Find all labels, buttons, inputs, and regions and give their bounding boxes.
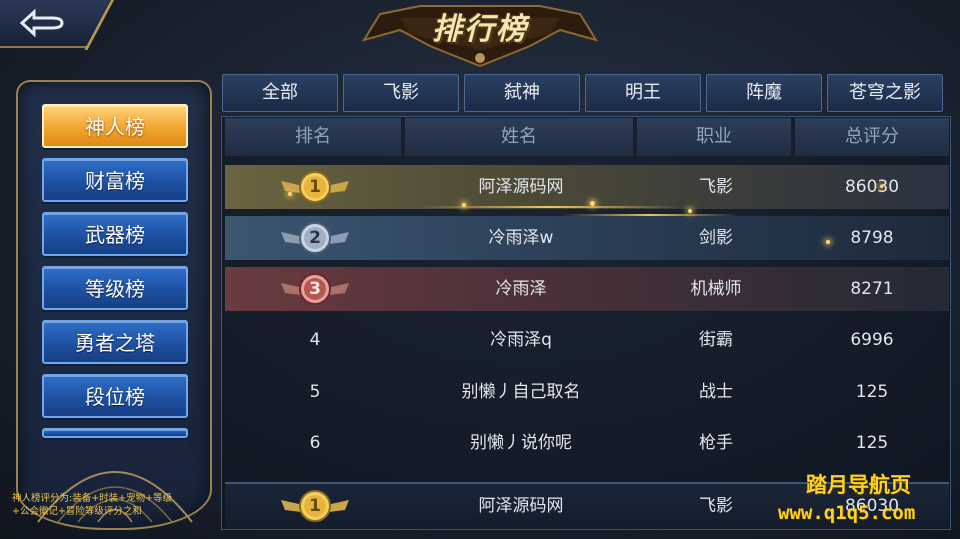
- rank-number: 1: [309, 177, 321, 197]
- table-row[interactable]: 5 别懒丿自己取名 战士 125: [225, 370, 949, 414]
- sparkle-dot: [880, 185, 883, 188]
- player-job: 战士: [699, 382, 733, 402]
- watermark-url: www.q1q5.com: [778, 502, 916, 524]
- tab-2[interactable]: 弑神: [464, 74, 580, 112]
- tab-5[interactable]: 苍穹之影: [827, 74, 943, 112]
- rank-number: 5: [309, 382, 321, 402]
- header-name: 姓名: [405, 118, 635, 156]
- note-line-2: +公会徽记+冒险等级评分之和: [12, 506, 142, 517]
- header-rank: 排名: [225, 118, 403, 156]
- player-name: 冷雨泽: [495, 279, 547, 299]
- rank-number: 6: [309, 433, 321, 453]
- table-row[interactable]: 2 冷雨泽w 剑影 8798: [225, 216, 949, 260]
- player-job: 剑影: [699, 228, 733, 248]
- rank-number: 2: [309, 228, 321, 248]
- tab-4[interactable]: 阵魔: [706, 74, 822, 112]
- table-row[interactable]: 4 冷雨泽q 街霸 6996: [225, 318, 949, 362]
- my-player-job: 飞影: [699, 496, 733, 516]
- rank-number: 4: [309, 330, 321, 350]
- sparkle-dot: [288, 192, 292, 196]
- sparkle-dot: [590, 201, 595, 206]
- sidebar-panel: 神人榜 财富榜 武器榜 等级榜 勇者之塔 段位榜: [16, 80, 212, 530]
- player-score: 125: [855, 382, 889, 402]
- sidebar-item-3[interactable]: 等级榜: [42, 266, 188, 310]
- my-rank-number: 1: [309, 496, 321, 516]
- player-job: 街霸: [699, 330, 733, 350]
- sidebar-item-4[interactable]: 勇者之塔: [42, 320, 188, 364]
- sidebar-item-5[interactable]: 段位榜: [42, 374, 188, 418]
- tab-0[interactable]: 全部: [222, 74, 338, 112]
- header-score: 总评分: [795, 118, 949, 156]
- header-job: 职业: [637, 118, 793, 156]
- player-name: 冷雨泽w: [488, 228, 554, 248]
- sparkle-streak: [560, 214, 740, 216]
- sparkle-dot: [688, 209, 692, 213]
- player-job: 飞影: [699, 177, 733, 197]
- sparkle-streak: [420, 206, 680, 208]
- table-row[interactable]: 3 冷雨泽 机械师 8271: [225, 267, 949, 311]
- sparkle-dot: [462, 203, 466, 207]
- rank-number: 3: [309, 279, 321, 299]
- page-title: 排行榜: [432, 12, 528, 47]
- sidebar-item-2[interactable]: 武器榜: [42, 212, 188, 256]
- table-row[interactable]: 1 阿泽源码网 飞影 86030: [225, 165, 949, 209]
- sparkle-dot: [826, 240, 830, 244]
- player-name: 别懒丿自己取名: [461, 382, 581, 402]
- player-name: 别懒丿说你呢: [470, 433, 572, 453]
- tab-1[interactable]: 飞影: [343, 74, 459, 112]
- tab-3[interactable]: 明王: [585, 74, 701, 112]
- sidebar-item-1[interactable]: 财富榜: [42, 158, 188, 202]
- player-name: 冷雨泽q: [490, 330, 552, 350]
- my-player-name: 阿泽源码网: [478, 496, 564, 516]
- player-score: 8271: [850, 279, 894, 299]
- player-score: 6996: [850, 330, 894, 350]
- note-line-1: 神人榜评分为:装备+时装+宠物+等级: [12, 493, 173, 504]
- sidebar-item-0[interactable]: 神人榜: [42, 104, 188, 148]
- player-score: 8798: [850, 228, 894, 248]
- table-row[interactable]: 6 别懒丿说你呢 枪手 125: [225, 421, 949, 465]
- player-score: 86030: [844, 177, 900, 197]
- back-arrow-icon: [19, 8, 64, 38]
- title-plate: 排行榜: [360, 0, 600, 68]
- player-job: 枪手: [699, 433, 733, 453]
- player-name: 阿泽源码网: [478, 177, 564, 197]
- player-job: 机械师: [690, 279, 742, 299]
- player-score: 125: [855, 433, 889, 453]
- ranking-rule-note: 神人榜评分为:装备+时装+宠物+等级 +公会徽记+冒险等级评分之和: [12, 492, 212, 518]
- watermark-title: 踏月导航页: [806, 473, 911, 497]
